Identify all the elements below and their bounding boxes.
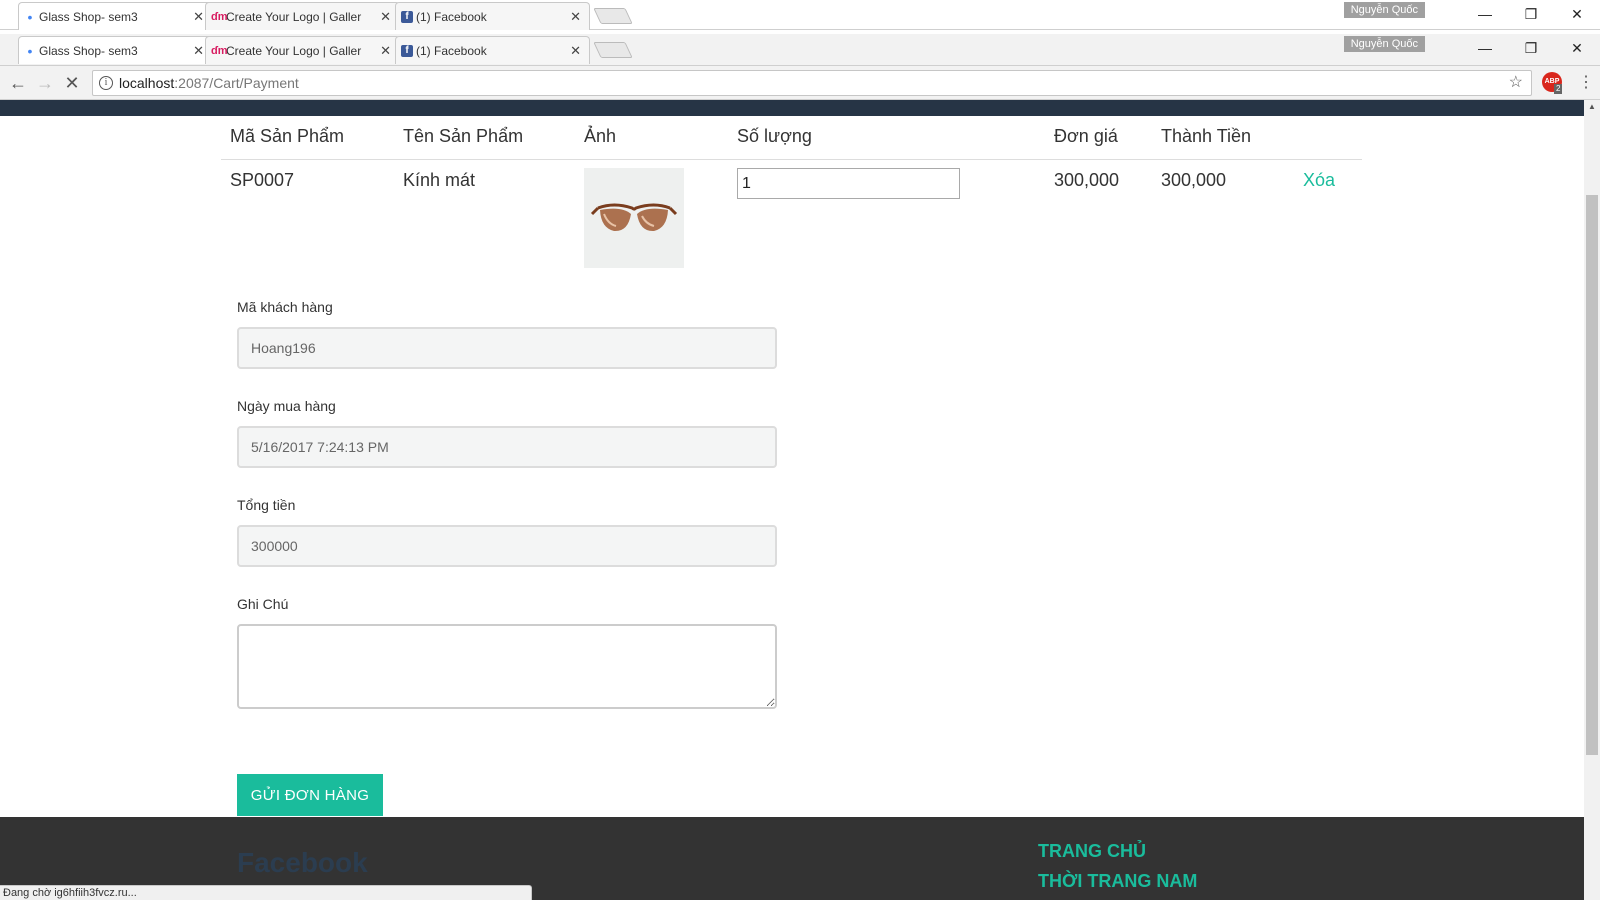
stop-loading-icon[interactable]: ✕ <box>60 71 84 95</box>
new-tab-button[interactable] <box>593 8 633 24</box>
product-image <box>584 168 684 268</box>
tab-create-logo[interactable]: ɗm Create Your Logo | Galler ✕ <box>205 36 400 64</box>
purchase-date-label: Ngày mua hàng <box>237 398 336 414</box>
delete-link[interactable]: Xóa <box>1303 170 1335 191</box>
close-window-icon[interactable]: ✕ <box>1554 0 1600 28</box>
footer-facebook-heading[interactable]: Facebook <box>237 847 368 879</box>
loading-dot-icon: • <box>27 9 33 25</box>
browser-toolbar: ← → ✕ i localhost:2087/Cart/Payment ☆ AB… <box>0 66 1600 100</box>
tab-facebook-outer[interactable]: f (1) Facebook ✕ <box>395 2 590 30</box>
scrollbar-thumb[interactable] <box>1586 195 1598 755</box>
quantity-input[interactable] <box>737 168 960 199</box>
unit-price: 300,000 <box>1054 170 1120 190</box>
profile-name[interactable]: Nguyễn Quốc <box>1343 2 1425 18</box>
footer-link-home[interactable]: TRANG CHỦ <box>1038 839 1197 869</box>
minimize-icon[interactable]: — <box>1462 34 1508 62</box>
table-row: SP0007 Kính mát 300,000 300,000 Xóa <box>221 160 1362 270</box>
scroll-up-arrow-icon[interactable]: ▲ <box>1588 102 1596 111</box>
product-code: SP0007 <box>230 170 295 190</box>
site-header-bar <box>0 100 1584 116</box>
info-icon[interactable]: i <box>99 76 113 90</box>
close-window-icon[interactable]: ✕ <box>1554 34 1600 62</box>
close-icon[interactable]: ✕ <box>380 3 391 30</box>
header-line-total: Thành Tiền <box>1161 126 1252 146</box>
dm-logo-icon: ɗm <box>211 45 228 57</box>
customer-id-field[interactable]: Hoang196 <box>237 327 777 369</box>
close-icon[interactable]: ✕ <box>193 37 204 64</box>
submit-order-button[interactable]: GỬI ĐƠN HÀNG <box>237 774 383 816</box>
back-arrow-icon[interactable]: ← <box>6 71 30 95</box>
address-bar[interactable]: i localhost:2087/Cart/Payment ☆ <box>92 70 1532 96</box>
facebook-icon: f <box>401 11 413 23</box>
outer-tab-strip: • Glass Shop- sem3 ✕ ɗm Create Your Logo… <box>0 0 1600 30</box>
order-form: Mã khách hàng Hoang196 Ngày mua hàng 5/1… <box>237 296 777 709</box>
note-label: Ghi Chú <box>237 596 289 612</box>
header-image: Ảnh <box>584 126 617 146</box>
close-icon[interactable]: ✕ <box>570 3 581 30</box>
sunglasses-icon <box>590 203 678 232</box>
line-total: 300,000 <box>1161 170 1227 190</box>
new-tab-button[interactable] <box>593 42 633 58</box>
purchase-date-field[interactable]: 5/16/2017 7:24:13 PM <box>237 426 777 468</box>
total-amount-field[interactable]: 300000 <box>237 525 777 567</box>
footer-link-men-fashion[interactable]: THỜI TRANG NAM <box>1038 869 1197 899</box>
tab-glass-shop-outer[interactable]: • Glass Shop- sem3 ✕ <box>18 2 213 30</box>
facebook-icon: f <box>401 45 413 57</box>
url-host: localhost <box>119 75 175 91</box>
chrome-menu-icon[interactable]: ⋮ <box>1578 71 1594 95</box>
tab-title: Create Your Logo | Galler <box>226 44 362 58</box>
note-textarea[interactable] <box>237 624 777 709</box>
bookmark-star-icon[interactable]: ☆ <box>1509 71 1523 95</box>
product-name: Kính mát <box>403 170 476 190</box>
status-bar: Đang chờ ig6hfiih3fvcz.ru... <box>0 885 532 900</box>
dm-logo-icon: ɗm <box>211 11 228 23</box>
tab-glass-shop[interactable]: • Glass Shop- sem3 ✕ <box>18 36 213 64</box>
close-icon[interactable]: ✕ <box>193 3 204 30</box>
header-product-name: Tên Sản Phẩm <box>403 126 524 146</box>
restore-icon[interactable]: ❐ <box>1508 0 1554 28</box>
close-icon[interactable]: ✕ <box>380 37 391 64</box>
inner-tab-strip: • Glass Shop- sem3 ✕ ɗm Create Your Logo… <box>0 34 1600 66</box>
forward-arrow-icon[interactable]: → <box>33 71 57 95</box>
header-quantity: Số lượng <box>737 126 812 146</box>
header-product-code: Mã Sản Phẩm <box>230 126 345 146</box>
cart-table: Mã Sản Phẩm Tên Sản Phẩm Ảnh Số lượng Đơ… <box>221 116 1362 270</box>
loading-dot-icon: • <box>27 43 33 59</box>
cart-table-header: Mã Sản Phẩm Tên Sản Phẩm Ảnh Số lượng Đơ… <box>221 116 1362 160</box>
profile-name[interactable]: Nguyễn Quốc <box>1343 36 1425 52</box>
tab-title: (1) Facebook <box>416 10 487 24</box>
footer-nav: TRANG CHỦ THỜI TRANG NAM <box>1038 839 1197 899</box>
tab-title: (1) Facebook <box>416 44 487 58</box>
header-unit-price: Đơn giá <box>1054 126 1118 146</box>
total-amount-label: Tổng tiền <box>237 497 296 513</box>
customer-id-label: Mã khách hàng <box>237 299 333 315</box>
url-path: :2087/Cart/Payment <box>174 75 299 91</box>
tab-title: Create Your Logo | Galler <box>226 10 362 24</box>
minimize-icon[interactable]: — <box>1462 0 1508 28</box>
tab-title: Glass Shop- sem3 <box>39 10 138 24</box>
tab-create-logo-outer[interactable]: ɗm Create Your Logo | Galler ✕ <box>205 2 400 30</box>
tab-title: Glass Shop- sem3 <box>39 44 138 58</box>
tab-facebook[interactable]: f (1) Facebook ✕ <box>395 36 590 64</box>
page-viewport: Mã Sản Phẩm Tên Sản Phẩm Ảnh Số lượng Đơ… <box>0 100 1584 900</box>
restore-icon[interactable]: ❐ <box>1508 34 1554 62</box>
adblock-count-badge: 2 <box>1554 84 1563 94</box>
vertical-scrollbar[interactable]: ▲ <box>1584 100 1600 900</box>
close-icon[interactable]: ✕ <box>570 37 581 64</box>
